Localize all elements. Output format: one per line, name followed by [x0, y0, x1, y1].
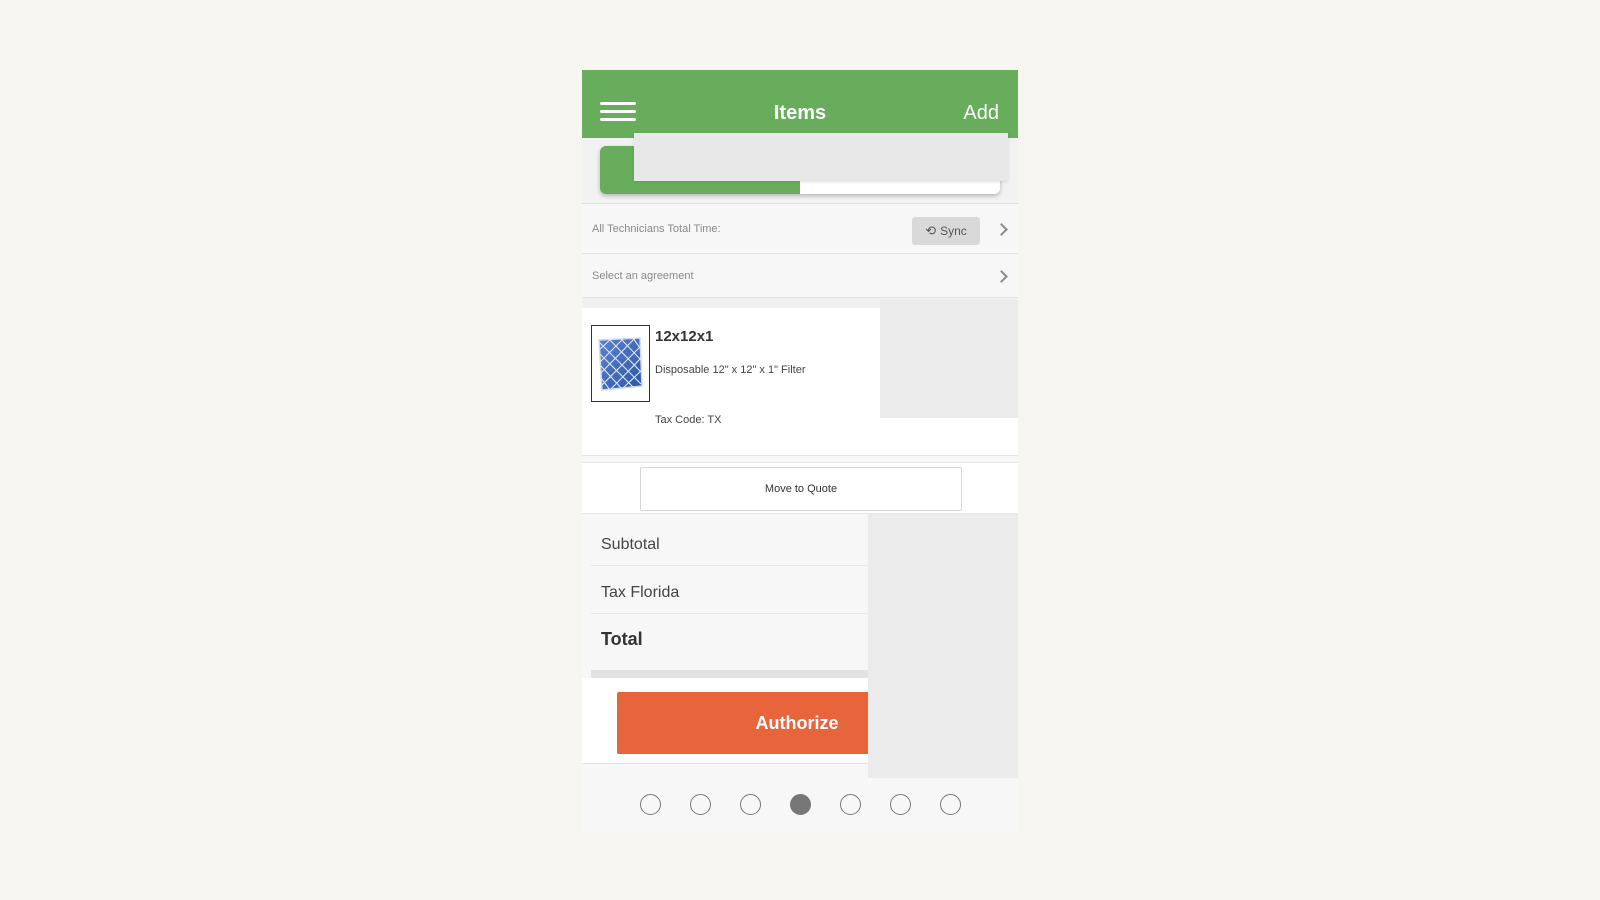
- tax-label: Tax Florida: [601, 584, 680, 601]
- page-dot[interactable]: [790, 794, 811, 815]
- page-indicator: [582, 784, 1018, 832]
- redacted-overlay: [634, 133, 1008, 181]
- redacted-overlay: [880, 300, 1018, 418]
- sync-icon: ⟲: [925, 223, 937, 238]
- agreement-label: Select an agreement: [592, 270, 694, 282]
- sync-button[interactable]: ⟲ Sync: [912, 217, 980, 245]
- air-filter-icon: [591, 325, 650, 402]
- item-description: Disposable 12" x 12" x 1" Filter: [655, 364, 806, 376]
- page-dot[interactable]: [890, 794, 911, 815]
- tax-row: Tax Florida: [591, 566, 881, 614]
- page-dot[interactable]: [840, 794, 861, 815]
- add-button[interactable]: Add: [963, 102, 999, 125]
- move-to-quote-button[interactable]: Move to Quote: [640, 467, 962, 511]
- subtotal-row: Subtotal: [591, 516, 881, 566]
- technician-time-label: All Technicians Total Time:: [592, 223, 721, 235]
- agreement-row[interactable]: Select an agreement: [582, 254, 1018, 298]
- sync-label: Sync: [940, 224, 967, 238]
- page-dot[interactable]: [690, 794, 711, 815]
- total-row: Total: [591, 614, 881, 670]
- app-screen: Items Add All Technicians Total Time: ⟲ …: [582, 70, 1018, 832]
- chevron-right-icon: [995, 270, 1008, 283]
- page-dot[interactable]: [940, 794, 961, 815]
- chevron-right-icon: [995, 223, 1008, 236]
- top-nav-bar: Items Add: [582, 70, 1018, 138]
- totals-divider: [591, 670, 881, 678]
- page-dot[interactable]: [640, 794, 661, 815]
- page-dot[interactable]: [740, 794, 761, 815]
- page-title: Items: [773, 102, 827, 124]
- total-label: Total: [601, 629, 643, 649]
- move-to-quote-area: Move to Quote: [582, 462, 1018, 514]
- item-tax-code: Tax Code: TX: [655, 414, 722, 426]
- redacted-overlay: [868, 514, 1018, 778]
- technician-time-row[interactable]: All Technicians Total Time: ⟲ Sync: [582, 205, 1018, 254]
- item-name: 12x12x1: [655, 328, 714, 345]
- subtotal-label: Subtotal: [601, 536, 660, 553]
